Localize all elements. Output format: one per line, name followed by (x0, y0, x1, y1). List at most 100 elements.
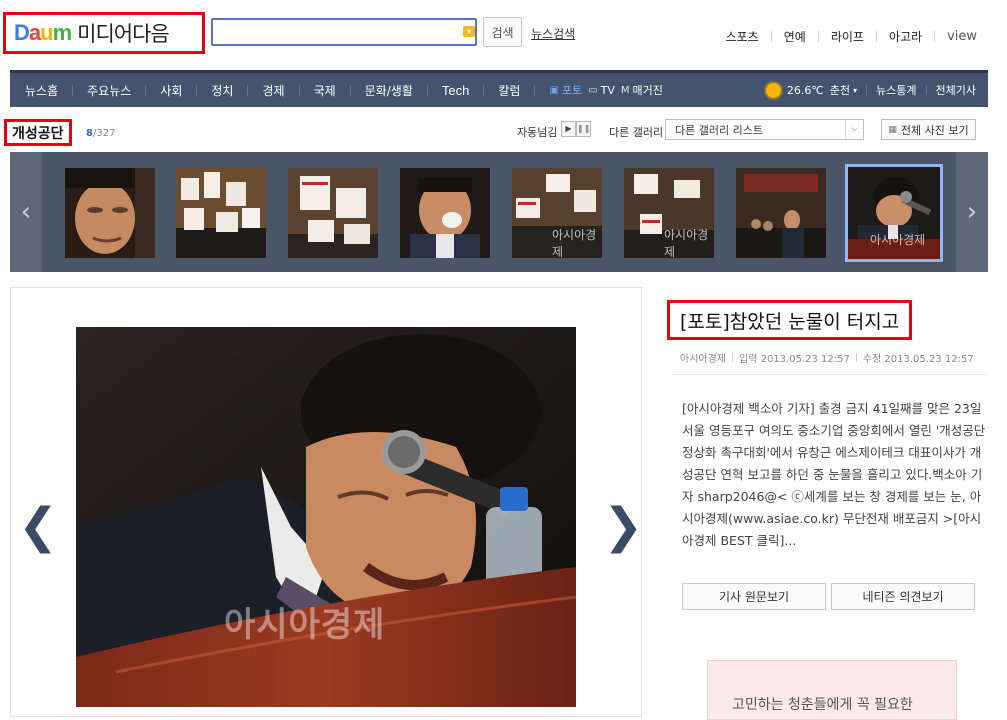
thumbnail[interactable]: 아시아경제 (624, 168, 714, 258)
divider (247, 84, 249, 96)
thumbnail[interactable] (288, 168, 378, 258)
all-articles-link[interactable]: 전체기사 (936, 82, 976, 98)
thumbnail[interactable] (65, 168, 155, 258)
thumbnail[interactable] (176, 168, 266, 258)
photo-watermark: 아시아경제 (224, 605, 386, 645)
top-links: 스포츠 연예 라이프 아고라 view (726, 28, 977, 45)
divider (925, 85, 927, 95)
gallery-counter: 8/327 (86, 128, 115, 139)
divider (866, 85, 868, 95)
gallery-select[interactable]: 다른 갤러리 리스트 ⌵ (665, 119, 864, 140)
view-comments-button[interactable]: 네티즌 의견보기 (831, 583, 975, 610)
nav-item-culture[interactable]: 문화/생활 (365, 82, 413, 99)
thumbnail[interactable] (400, 168, 490, 258)
news-stats-link[interactable]: 뉴스통계 (876, 82, 916, 98)
nav-item-economy[interactable]: 경제 (262, 82, 284, 99)
news-search-link[interactable]: 뉴스검색 (531, 25, 575, 42)
play-icon[interactable]: ▶ (561, 121, 576, 137)
view-original-button[interactable]: 기사 원문보기 (682, 583, 826, 610)
grid-icon: ▦ (888, 124, 897, 135)
weather-city[interactable]: 춘천 (830, 82, 850, 98)
top-link-life[interactable]: 라이프 (831, 28, 864, 45)
logo-letter-a: a (28, 20, 41, 45)
gallery-title: 개성공단 (4, 119, 72, 146)
photo-prev-arrow-icon[interactable]: ❮ (18, 498, 58, 554)
divider (855, 353, 857, 362)
ad-banner[interactable]: 고민하는 청춘들에게 꼭 필요한 (707, 660, 957, 720)
divider (673, 374, 988, 375)
nav-tv-label: TV (600, 83, 615, 97)
main-photo: 아시아경제 (76, 327, 576, 707)
nav-item-headlines[interactable]: 주요뉴스 (87, 82, 131, 99)
search-dropdown-icon[interactable]: ▾ (463, 26, 475, 37)
nav-item-tv[interactable]: ▭ TV (588, 84, 615, 97)
thumbnail-selected[interactable]: 아시아경제 (845, 164, 943, 262)
search-button[interactable]: 검색 (483, 17, 522, 47)
chevron-down-icon: ⌵ (845, 120, 863, 139)
nav-item-world[interactable]: 국제 (314, 82, 336, 99)
service-name: 미디어다음 (77, 22, 170, 46)
divider (770, 31, 772, 42)
nav-item-news-home[interactable]: 뉴스홈 (25, 82, 58, 99)
thumbnail[interactable] (736, 168, 826, 258)
nav-item-column[interactable]: 칼럼 (498, 82, 520, 99)
strip-prev-arrow-icon[interactable]: ‹ (10, 152, 42, 272)
nav-right: 26.6℃ 춘천 ▾ 뉴스통계 전체기사 (765, 73, 976, 107)
divider (426, 84, 428, 96)
thumbnail[interactable]: 아시아경제 (512, 168, 602, 258)
autoplay-label: 자동넘김 (517, 126, 558, 139)
top-link-view[interactable]: view (947, 29, 977, 44)
gallery-total: /327 (92, 128, 116, 139)
thumbnail-image (736, 168, 826, 258)
gallery-current: 8 (86, 128, 93, 139)
thumbnail-watermark: 아시아경제 (552, 228, 597, 258)
gallery-select-value: 다른 갤러리 리스트 (675, 123, 763, 137)
chevron-down-icon[interactable]: ▾ (853, 86, 857, 95)
pause-icon[interactable]: ❚❚ (576, 121, 591, 137)
all-photos-button[interactable]: ▦ 전체 사진 보기 (881, 119, 976, 140)
divider (349, 84, 351, 96)
article-edit-time: 수정 2013.05.23 12:57 (862, 354, 974, 365)
logo[interactable]: Daum 미디어다음 (3, 12, 205, 54)
ad-text: 고민하는 청춘들에게 꼭 필요한 (732, 697, 913, 713)
thumbnail-image (288, 168, 378, 258)
nav-item-tech[interactable]: Tech (442, 83, 469, 98)
nav-item-society[interactable]: 사회 (160, 82, 182, 99)
divider (732, 353, 733, 362)
divider (483, 84, 485, 96)
divider (145, 84, 147, 96)
main-photo-image (76, 327, 576, 707)
daum-logo: Daum (14, 20, 73, 46)
article-body: [아시아경제 백소아 기자] 출경 금지 41일째를 맞은 23일 서울 영등포… (682, 401, 986, 548)
logo-letter-u: u (40, 20, 53, 45)
tv-icon: ▭ (588, 84, 598, 96)
nav-item-politics[interactable]: 정치 (211, 82, 233, 99)
thumbnail-image (400, 168, 490, 258)
search-input[interactable] (211, 18, 477, 46)
article-input-time: 입력 2013.05.23 12:57 (739, 354, 850, 365)
article-source[interactable]: 아시아경제 (680, 350, 726, 365)
thumbnail-image (176, 168, 266, 258)
thumbnail-watermark: 아시아경제 (664, 228, 709, 258)
top-link-agora[interactable]: 아고라 (889, 28, 922, 45)
article-meta: 아시아경제 입력 2013.05.23 12:57 수정 2013.05.23 … (680, 350, 974, 365)
divider (934, 31, 936, 42)
sun-icon (765, 82, 781, 98)
top-link-entertainment[interactable]: 연예 (784, 28, 806, 45)
divider (534, 84, 536, 96)
top-link-sports[interactable]: 스포츠 (726, 28, 759, 45)
article-title: [포토]참았던 눈물이 터지고 (667, 300, 913, 340)
thumbnail-strip: ‹ › 아시아경제 아시아경제 아시아경제 (10, 152, 988, 272)
photo-next-arrow-icon[interactable]: ❯ (603, 498, 643, 554)
divider (196, 84, 198, 96)
other-gallery-label: 다른 갤러리 (609, 126, 664, 139)
thumbnail-image (65, 168, 155, 258)
strip-next-arrow-icon[interactable]: › (956, 152, 988, 272)
logo-letter-m: m (52, 20, 73, 45)
divider (817, 31, 819, 42)
all-photos-label: 전체 사진 보기 (900, 123, 969, 137)
nav-item-photo[interactable]: ▣ 포토 (549, 82, 582, 98)
logo-letter-d: D (14, 20, 30, 45)
nav-item-magazine[interactable]: M 매거진 (621, 82, 663, 98)
magazine-icon: M (620, 84, 630, 96)
